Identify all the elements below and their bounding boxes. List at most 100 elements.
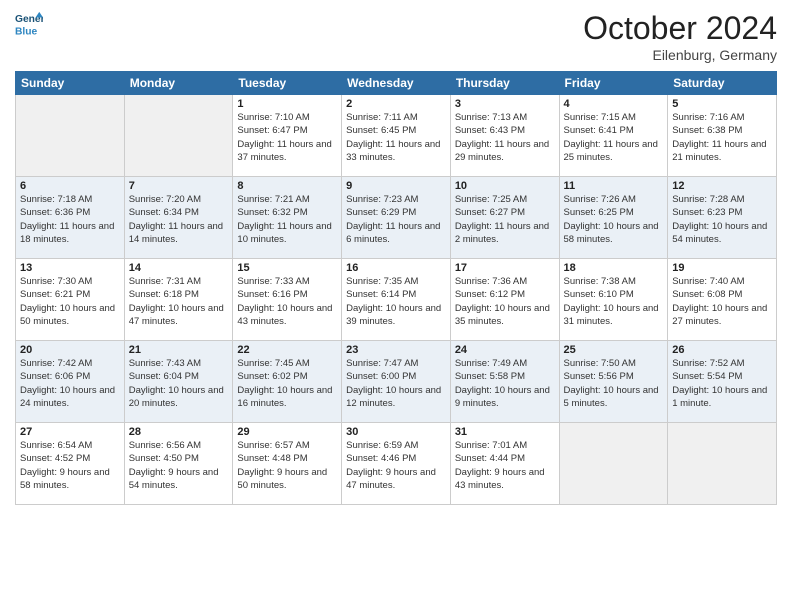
cell-details: Sunrise: 7:45 AM Sunset: 6:02 PM Dayligh… (237, 357, 337, 410)
calendar-cell: 20Sunrise: 7:42 AM Sunset: 6:06 PM Dayli… (16, 341, 125, 423)
cell-details: Sunrise: 7:33 AM Sunset: 6:16 PM Dayligh… (237, 275, 337, 328)
header: General Blue October 2024 Eilenburg, Ger… (15, 10, 777, 63)
cell-details: Sunrise: 7:42 AM Sunset: 6:06 PM Dayligh… (20, 357, 120, 410)
weekday-header: Wednesday (342, 72, 451, 95)
calendar-cell: 5Sunrise: 7:16 AM Sunset: 6:38 PM Daylig… (668, 95, 777, 177)
cell-details: Sunrise: 7:25 AM Sunset: 6:27 PM Dayligh… (455, 193, 555, 246)
day-number: 28 (129, 426, 229, 438)
day-number: 12 (672, 180, 772, 192)
calendar-cell: 22Sunrise: 7:45 AM Sunset: 6:02 PM Dayli… (233, 341, 342, 423)
calendar-cell: 13Sunrise: 7:30 AM Sunset: 6:21 PM Dayli… (16, 259, 125, 341)
weekday-header: Tuesday (233, 72, 342, 95)
week-row: 1Sunrise: 7:10 AM Sunset: 6:47 PM Daylig… (16, 95, 777, 177)
cell-details: Sunrise: 7:40 AM Sunset: 6:08 PM Dayligh… (672, 275, 772, 328)
cell-details: Sunrise: 7:15 AM Sunset: 6:41 PM Dayligh… (564, 111, 664, 164)
location: Eilenburg, Germany (583, 47, 777, 63)
cell-details: Sunrise: 6:54 AM Sunset: 4:52 PM Dayligh… (20, 439, 120, 492)
calendar-cell: 24Sunrise: 7:49 AM Sunset: 5:58 PM Dayli… (450, 341, 559, 423)
weekday-header: Saturday (668, 72, 777, 95)
day-number: 22 (237, 344, 337, 356)
day-number: 27 (20, 426, 120, 438)
week-row: 27Sunrise: 6:54 AM Sunset: 4:52 PM Dayli… (16, 423, 777, 505)
cell-details: Sunrise: 7:11 AM Sunset: 6:45 PM Dayligh… (346, 111, 446, 164)
cell-details: Sunrise: 7:35 AM Sunset: 6:14 PM Dayligh… (346, 275, 446, 328)
day-number: 20 (20, 344, 120, 356)
day-number: 5 (672, 98, 772, 110)
weekday-header: Thursday (450, 72, 559, 95)
weekday-header: Sunday (16, 72, 125, 95)
cell-details: Sunrise: 7:20 AM Sunset: 6:34 PM Dayligh… (129, 193, 229, 246)
month-title: October 2024 (583, 10, 777, 47)
header-row: SundayMondayTuesdayWednesdayThursdayFrid… (16, 72, 777, 95)
week-row: 13Sunrise: 7:30 AM Sunset: 6:21 PM Dayli… (16, 259, 777, 341)
day-number: 7 (129, 180, 229, 192)
day-number: 18 (564, 262, 664, 274)
calendar-cell: 21Sunrise: 7:43 AM Sunset: 6:04 PM Dayli… (124, 341, 233, 423)
day-number: 25 (564, 344, 664, 356)
calendar-cell: 4Sunrise: 7:15 AM Sunset: 6:41 PM Daylig… (559, 95, 668, 177)
calendar-cell (16, 95, 125, 177)
cell-details: Sunrise: 7:26 AM Sunset: 6:25 PM Dayligh… (564, 193, 664, 246)
cell-details: Sunrise: 7:38 AM Sunset: 6:10 PM Dayligh… (564, 275, 664, 328)
title-block: October 2024 Eilenburg, Germany (583, 10, 777, 63)
calendar-cell: 31Sunrise: 7:01 AM Sunset: 4:44 PM Dayli… (450, 423, 559, 505)
svg-text:Blue: Blue (15, 26, 38, 37)
calendar-cell: 2Sunrise: 7:11 AM Sunset: 6:45 PM Daylig… (342, 95, 451, 177)
calendar-cell: 12Sunrise: 7:28 AM Sunset: 6:23 PM Dayli… (668, 177, 777, 259)
calendar-cell: 18Sunrise: 7:38 AM Sunset: 6:10 PM Dayli… (559, 259, 668, 341)
weekday-header: Monday (124, 72, 233, 95)
day-number: 11 (564, 180, 664, 192)
cell-details: Sunrise: 7:49 AM Sunset: 5:58 PM Dayligh… (455, 357, 555, 410)
calendar-cell: 7Sunrise: 7:20 AM Sunset: 6:34 PM Daylig… (124, 177, 233, 259)
calendar-cell: 15Sunrise: 7:33 AM Sunset: 6:16 PM Dayli… (233, 259, 342, 341)
calendar-cell: 28Sunrise: 6:56 AM Sunset: 4:50 PM Dayli… (124, 423, 233, 505)
week-row: 20Sunrise: 7:42 AM Sunset: 6:06 PM Dayli… (16, 341, 777, 423)
week-row: 6Sunrise: 7:18 AM Sunset: 6:36 PM Daylig… (16, 177, 777, 259)
calendar-cell: 27Sunrise: 6:54 AM Sunset: 4:52 PM Dayli… (16, 423, 125, 505)
day-number: 17 (455, 262, 555, 274)
day-number: 30 (346, 426, 446, 438)
calendar-page: General Blue October 2024 Eilenburg, Ger… (0, 0, 792, 612)
calendar-cell (559, 423, 668, 505)
calendar-cell: 17Sunrise: 7:36 AM Sunset: 6:12 PM Dayli… (450, 259, 559, 341)
logo: General Blue (15, 10, 43, 38)
cell-details: Sunrise: 7:23 AM Sunset: 6:29 PM Dayligh… (346, 193, 446, 246)
day-number: 21 (129, 344, 229, 356)
day-number: 15 (237, 262, 337, 274)
calendar-cell: 3Sunrise: 7:13 AM Sunset: 6:43 PM Daylig… (450, 95, 559, 177)
calendar-cell: 23Sunrise: 7:47 AM Sunset: 6:00 PM Dayli… (342, 341, 451, 423)
cell-details: Sunrise: 7:28 AM Sunset: 6:23 PM Dayligh… (672, 193, 772, 246)
calendar-cell: 8Sunrise: 7:21 AM Sunset: 6:32 PM Daylig… (233, 177, 342, 259)
calendar-cell: 11Sunrise: 7:26 AM Sunset: 6:25 PM Dayli… (559, 177, 668, 259)
cell-details: Sunrise: 7:18 AM Sunset: 6:36 PM Dayligh… (20, 193, 120, 246)
calendar-cell: 14Sunrise: 7:31 AM Sunset: 6:18 PM Dayli… (124, 259, 233, 341)
cell-details: Sunrise: 7:52 AM Sunset: 5:54 PM Dayligh… (672, 357, 772, 410)
calendar-cell: 9Sunrise: 7:23 AM Sunset: 6:29 PM Daylig… (342, 177, 451, 259)
day-number: 9 (346, 180, 446, 192)
calendar-cell: 6Sunrise: 7:18 AM Sunset: 6:36 PM Daylig… (16, 177, 125, 259)
day-number: 31 (455, 426, 555, 438)
day-number: 29 (237, 426, 337, 438)
day-number: 1 (237, 98, 337, 110)
cell-details: Sunrise: 7:30 AM Sunset: 6:21 PM Dayligh… (20, 275, 120, 328)
cell-details: Sunrise: 7:43 AM Sunset: 6:04 PM Dayligh… (129, 357, 229, 410)
day-number: 4 (564, 98, 664, 110)
cell-details: Sunrise: 7:47 AM Sunset: 6:00 PM Dayligh… (346, 357, 446, 410)
cell-details: Sunrise: 7:16 AM Sunset: 6:38 PM Dayligh… (672, 111, 772, 164)
day-number: 16 (346, 262, 446, 274)
cell-details: Sunrise: 7:31 AM Sunset: 6:18 PM Dayligh… (129, 275, 229, 328)
cell-details: Sunrise: 6:56 AM Sunset: 4:50 PM Dayligh… (129, 439, 229, 492)
day-number: 10 (455, 180, 555, 192)
day-number: 8 (237, 180, 337, 192)
day-number: 23 (346, 344, 446, 356)
calendar-cell: 19Sunrise: 7:40 AM Sunset: 6:08 PM Dayli… (668, 259, 777, 341)
calendar-cell: 29Sunrise: 6:57 AM Sunset: 4:48 PM Dayli… (233, 423, 342, 505)
cell-details: Sunrise: 7:50 AM Sunset: 5:56 PM Dayligh… (564, 357, 664, 410)
calendar-cell: 1Sunrise: 7:10 AM Sunset: 6:47 PM Daylig… (233, 95, 342, 177)
day-number: 26 (672, 344, 772, 356)
cell-details: Sunrise: 7:10 AM Sunset: 6:47 PM Dayligh… (237, 111, 337, 164)
calendar-cell: 16Sunrise: 7:35 AM Sunset: 6:14 PM Dayli… (342, 259, 451, 341)
calendar-cell (668, 423, 777, 505)
calendar-cell: 26Sunrise: 7:52 AM Sunset: 5:54 PM Dayli… (668, 341, 777, 423)
cell-details: Sunrise: 6:59 AM Sunset: 4:46 PM Dayligh… (346, 439, 446, 492)
